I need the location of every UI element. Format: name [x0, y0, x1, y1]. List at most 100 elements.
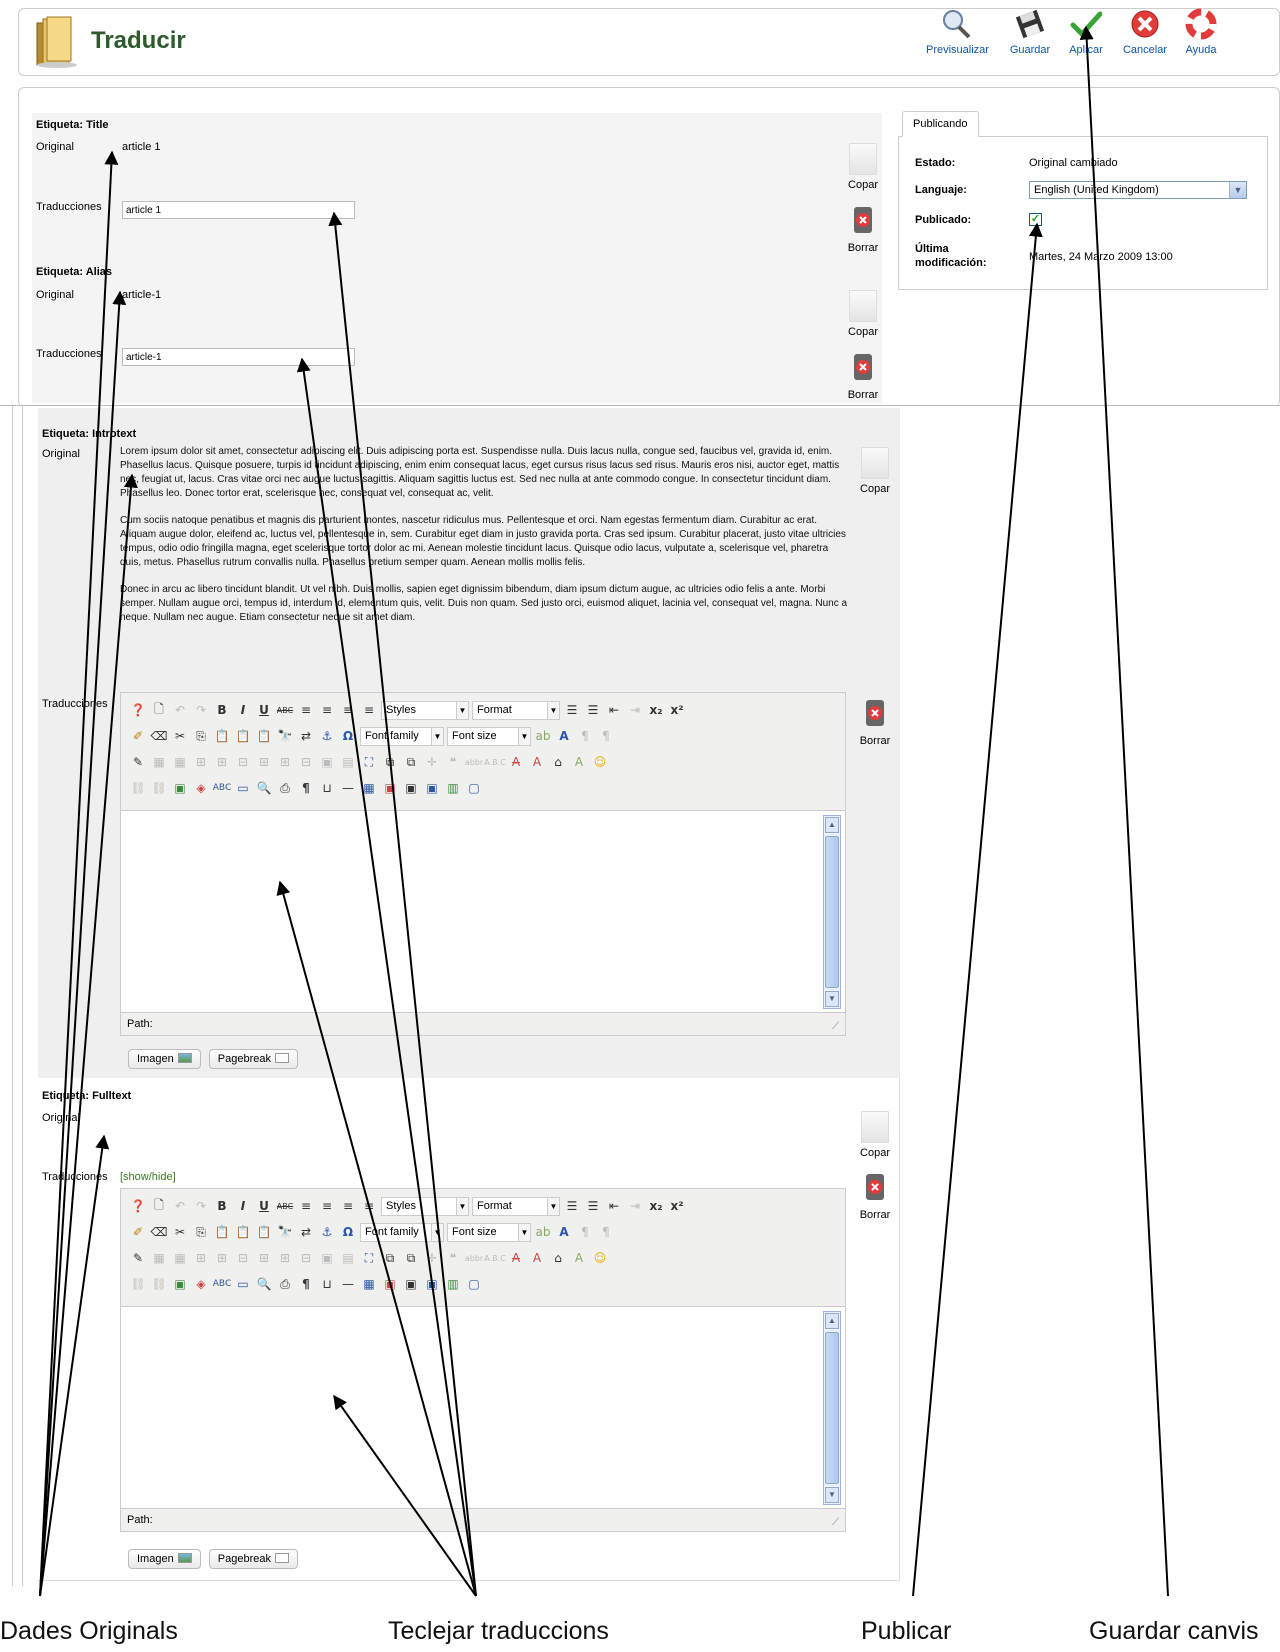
undo-icon[interactable]: ↶ — [171, 701, 189, 719]
copy-icon[interactable]: ⎘ — [192, 727, 210, 745]
attribs-icon[interactable]: ⌂ — [549, 1249, 567, 1267]
language-select[interactable]: English (United Kingdom) ▼ — [1029, 181, 1247, 199]
help-icon[interactable]: ❓ — [129, 1197, 147, 1215]
attribs-icon[interactable]: ⌂ — [549, 753, 567, 771]
superscript-icon[interactable]: x² — [668, 1197, 686, 1215]
visualaid-icon[interactable]: ▦ — [360, 1275, 378, 1293]
link-icon[interactable]: ⛓ — [129, 1275, 147, 1293]
alias-copy-button[interactable]: Copar — [838, 290, 888, 338]
absolute-icon[interactable]: ✛ — [423, 753, 441, 771]
abbr-icon[interactable]: abbr — [465, 753, 483, 771]
chevron-down-icon[interactable]: ▼ — [1229, 182, 1246, 198]
fulltext-editor-area[interactable]: ▲ ▼ — [121, 1307, 845, 1509]
resize-grip-icon[interactable]: ⟋ — [832, 1517, 839, 1528]
paste-word-icon[interactable]: 📋 — [255, 727, 273, 745]
layer-forward-icon[interactable]: ⧉ — [381, 753, 399, 771]
align-right-icon[interactable]: ≡ — [339, 701, 357, 719]
font-size-select[interactable]: Font size ▼ — [447, 1222, 531, 1242]
redo-icon[interactable]: ↷ — [192, 701, 210, 719]
undo-icon[interactable]: ↶ — [171, 1197, 189, 1215]
strikethrough-icon[interactable]: ABC — [276, 1197, 294, 1215]
layer-back-icon[interactable]: ⧉ — [402, 753, 420, 771]
preview-icon[interactable]: 🔍 — [255, 779, 273, 797]
split-icon[interactable]: ▤ — [339, 753, 357, 771]
introtext-editor-area[interactable]: ▲ ▼ — [121, 811, 845, 1013]
image-icon[interactable]: ▣ — [171, 1275, 189, 1293]
layer-icon[interactable]: ⛶ — [360, 1249, 378, 1267]
cut-icon[interactable]: ✂ — [171, 727, 189, 745]
highlight-color-icon[interactable]: ab — [534, 1223, 552, 1241]
template-icon[interactable]: ▣ — [381, 779, 399, 797]
visualchars-icon[interactable]: ¶ — [297, 779, 315, 797]
link-icon[interactable]: ⛓ — [129, 779, 147, 797]
show-hide-link[interactable]: [show/hide] — [120, 1171, 176, 1183]
title-copy-button[interactable]: Copar — [838, 143, 888, 191]
edit-icon[interactable]: ✎ — [129, 1249, 147, 1267]
col-after-icon[interactable]: ⊞ — [276, 753, 294, 771]
pagebreak-icon[interactable]: ▣ — [423, 779, 441, 797]
editor-scrollbar[interactable]: ▲ ▼ — [823, 815, 841, 1009]
print-icon[interactable]: ⎙ — [276, 779, 294, 797]
article-icon[interactable]: ▢ — [465, 1275, 483, 1293]
pagebreak-icon[interactable]: ▣ — [423, 1275, 441, 1293]
underline-icon[interactable]: U — [255, 1197, 273, 1215]
acronym-icon[interactable]: A.B.C — [484, 1249, 506, 1267]
hr-icon[interactable]: — — [339, 1275, 357, 1293]
print-icon[interactable]: ⎙ — [276, 1275, 294, 1293]
layer-icon[interactable]: ⛶ — [360, 753, 378, 771]
scroll-thumb[interactable] — [825, 1332, 839, 1484]
merge-icon[interactable]: ▣ — [318, 753, 336, 771]
del-icon[interactable]: A — [507, 1249, 525, 1267]
nonbreaking-icon[interactable]: ⊔ — [318, 779, 336, 797]
align-left-icon[interactable]: ≡ — [297, 701, 315, 719]
visualaid-icon[interactable]: ▦ — [360, 779, 378, 797]
help-icon[interactable]: ❓ — [129, 701, 147, 719]
font-family-select[interactable]: Font family ▼ — [360, 1222, 444, 1242]
fulltext-copy-button[interactable]: Copar — [850, 1111, 900, 1159]
col-before-icon[interactable]: ⊞ — [255, 753, 273, 771]
align-center-icon[interactable]: ≡ — [318, 701, 336, 719]
copy-icon[interactable]: ⎘ — [192, 1223, 210, 1241]
layer-back-icon[interactable]: ⧉ — [402, 1249, 420, 1267]
code-icon[interactable]: ◈ — [192, 1275, 210, 1293]
row-insert-icon[interactable]: ⊞ — [192, 1249, 210, 1267]
insert-image-button[interactable]: Imagen — [128, 1549, 201, 1569]
ordered-list-icon[interactable]: ☰ — [563, 1197, 581, 1215]
highlight-color-icon[interactable]: ab — [534, 727, 552, 745]
outdent-icon[interactable]: ⇤ — [605, 1197, 623, 1215]
replace-icon[interactable]: ⇄ — [297, 1223, 315, 1241]
new-document-icon[interactable]: 🗋 — [150, 701, 168, 719]
save-button[interactable]: Guardar — [1000, 8, 1060, 64]
clean-icon[interactable]: ✐ — [129, 727, 147, 745]
published-checkbox[interactable]: ✓ — [1029, 213, 1042, 226]
unlink-icon[interactable]: ⛓ — [150, 1275, 168, 1293]
scroll-up-icon[interactable]: ▲ — [825, 817, 839, 833]
subscript-icon[interactable]: x₂ — [647, 1197, 665, 1215]
superscript-icon[interactable]: x² — [668, 701, 686, 719]
fullscreen-icon[interactable]: ▭ — [234, 1275, 252, 1293]
edit-icon[interactable]: ✎ — [129, 753, 147, 771]
preview-icon[interactable]: 🔍 — [255, 1275, 273, 1293]
indent-icon[interactable]: ⇥ — [626, 1197, 644, 1215]
paste-icon[interactable]: 📋 — [213, 727, 231, 745]
cut-icon[interactable]: ✂ — [171, 1223, 189, 1241]
format-select[interactable]: Format ▼ — [472, 1196, 560, 1216]
subscript-icon[interactable]: x₂ — [647, 701, 665, 719]
scroll-up-icon[interactable]: ▲ — [825, 1313, 839, 1329]
align-right-icon[interactable]: ≡ — [339, 1197, 357, 1215]
layer-forward-icon[interactable]: ⧉ — [381, 1249, 399, 1267]
find-icon[interactable]: 🔭 — [276, 727, 294, 745]
clean-icon[interactable]: ✐ — [129, 1223, 147, 1241]
align-center-icon[interactable]: ≡ — [318, 1197, 336, 1215]
visualchars-icon[interactable]: ¶ — [297, 1275, 315, 1293]
eraser-icon[interactable]: ⌫ — [150, 727, 168, 745]
apply-button[interactable]: Aplicar — [1056, 8, 1116, 64]
special-char-icon[interactable]: Ω — [339, 1223, 357, 1241]
media-icon[interactable]: ▣ — [402, 779, 420, 797]
title-translation-input[interactable] — [122, 201, 355, 219]
split-icon[interactable]: ▤ — [339, 1249, 357, 1267]
table-icon[interactable]: ▦ — [150, 1249, 168, 1267]
row-insert-icon[interactable]: ⊞ — [192, 753, 210, 771]
ordered-list-icon[interactable]: ☰ — [563, 701, 581, 719]
ltr-icon[interactable]: ¶ — [576, 1223, 594, 1241]
